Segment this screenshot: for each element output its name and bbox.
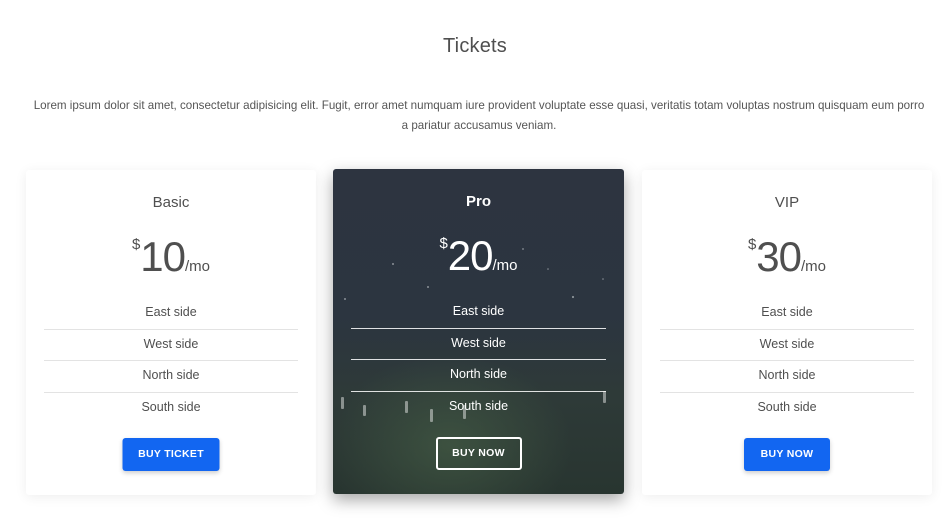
- feature-item: West side: [44, 330, 298, 361]
- buy-now-button[interactable]: BUY NOW: [744, 438, 830, 471]
- plan-price: $20/mo: [333, 233, 624, 279]
- price-currency: $: [747, 236, 757, 253]
- feature-item: East side: [660, 298, 914, 330]
- plan-name: VIP: [774, 194, 800, 211]
- feature-item: South side: [757, 399, 817, 414]
- feature-item: West side: [351, 329, 606, 360]
- intro-text: Lorem ipsum dolor sit amet, consectetur …: [33, 99, 925, 132]
- feature-item: North side: [660, 361, 914, 393]
- price-period: /mo: [492, 257, 518, 274]
- price-period: /mo: [185, 258, 211, 275]
- feature-item: East side: [44, 298, 298, 330]
- feature-item: South side: [448, 398, 509, 413]
- plan-price: $10/mo: [26, 234, 316, 280]
- price-currency: $: [131, 236, 141, 253]
- plan-price: $30/mo: [642, 234, 932, 280]
- price-amount: 10: [140, 233, 186, 280]
- buy-now-button[interactable]: BUY NOW: [435, 437, 522, 470]
- pricing-card-basic: Basic $10/mo East side West side North s…: [26, 170, 316, 495]
- plan-name: Pro: [465, 193, 491, 210]
- feature-item: North side: [44, 361, 298, 393]
- page-title: Tickets: [443, 35, 507, 57]
- pricing-card-vip: VIP $30/mo East side West side North sid…: [642, 170, 932, 495]
- feature-item: South side: [141, 399, 201, 414]
- feature-item: West side: [660, 330, 914, 361]
- price-amount: 30: [756, 233, 802, 280]
- feature-list: East side West side North side South sid…: [44, 298, 298, 424]
- feature-item: East side: [351, 297, 606, 329]
- price-period: /mo: [801, 258, 827, 275]
- plan-name: Basic: [152, 194, 190, 211]
- feature-item: North side: [351, 360, 606, 392]
- buy-ticket-button[interactable]: BUY TICKET: [122, 438, 220, 471]
- pricing-card-pro: Pro $20/mo East side West side North sid…: [333, 169, 624, 494]
- feature-list: East side West side North side South sid…: [351, 297, 606, 423]
- feature-list: East side West side North side South sid…: [660, 298, 914, 424]
- price-amount: 20: [447, 232, 494, 279]
- price-currency: $: [439, 235, 448, 252]
